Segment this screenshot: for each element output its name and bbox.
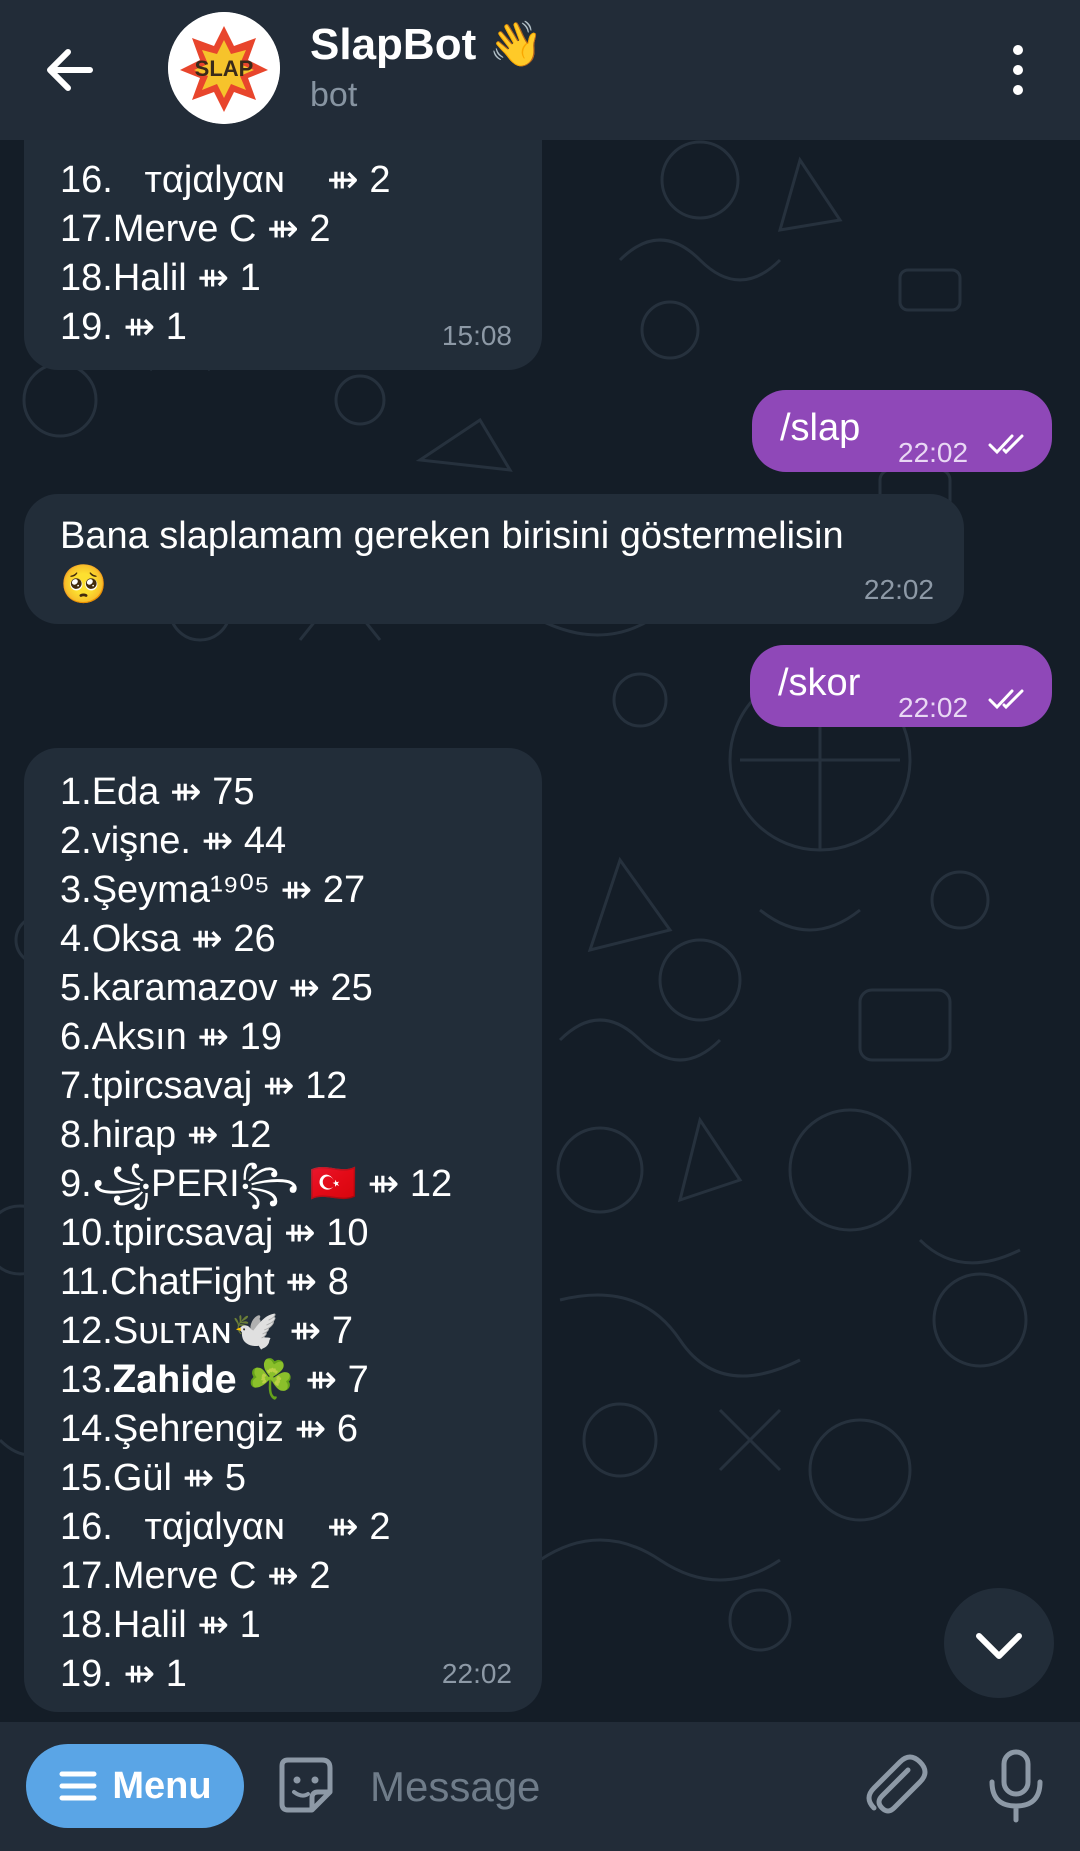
microphone-icon[interactable] xyxy=(984,1748,1048,1824)
outgoing-message-bubble[interactable]: /slap 22:02 xyxy=(752,390,1052,472)
score-line: 5.karamazov ⇻ 25 xyxy=(60,967,373,1009)
incoming-message-bubble[interactable]: Bana slaplamam gereken birisini gösterme… xyxy=(24,494,964,624)
score-line: 13.𝐙𝐚𝐡𝐢𝐝𝐞 ☘️ ⇻ 7 xyxy=(60,1359,369,1401)
message-input[interactable] xyxy=(368,1750,832,1824)
score-line: 1.Eda ⇻ 75 xyxy=(60,771,255,813)
chat-title[interactable]: SlapBot 👋 xyxy=(310,18,543,70)
svg-text:SLAP: SLAP xyxy=(195,56,254,81)
score-line: 10.tpircsavaj ⇻ 10 xyxy=(60,1212,369,1254)
scroll-down-button[interactable] xyxy=(944,1588,1054,1698)
message-time: 22:02 xyxy=(863,574,934,605)
message-line: 16. ᴛαjαlyαɴ ⇻ 2 xyxy=(60,159,391,201)
chat-header: SLAP SlapBot 👋 bot xyxy=(0,0,1080,140)
score-line: 15.Gül ⇻ 5 xyxy=(60,1457,247,1499)
message-text: /skor xyxy=(778,662,861,704)
message-line: 17.Merve C ⇻ 2 xyxy=(60,208,331,250)
menu-button-label: Menu xyxy=(112,1764,212,1807)
message-time: 22:02 xyxy=(441,1658,512,1689)
score-line: 8.hirap ⇻ 12 xyxy=(60,1114,272,1156)
message-line: 18.Halil ⇻ 1 xyxy=(60,257,261,299)
double-check-icon xyxy=(988,689,1024,710)
message-time: 22:02 xyxy=(898,692,969,723)
score-line: 9.꧁PΕRI꧂ 🇹🇷 ⇻ 12 xyxy=(60,1163,453,1205)
hamburger-icon xyxy=(59,1771,97,1801)
message-time: 15:08 xyxy=(441,320,512,351)
score-line: 16. ᴛαjαlyαɴ ⇻ 2 xyxy=(60,1506,391,1548)
score-line: 2.vişne. ⇻ 44 xyxy=(60,820,287,862)
score-line: 12.Sᴜʟᴛᴀɴ🕊️ ⇻ 7 xyxy=(60,1310,353,1352)
message-text: /slap xyxy=(780,407,861,449)
bot-menu-button[interactable]: Menu xyxy=(26,1744,244,1828)
score-line: 6.Aksın ⇻ 19 xyxy=(60,1016,282,1058)
score-line: 14.Şehrengiz ⇻ 6 xyxy=(60,1408,359,1450)
message-line: 🥺 xyxy=(60,564,108,606)
message-composer: Menu xyxy=(0,1722,1080,1851)
score-line: 18.Halil ⇻ 1 xyxy=(60,1604,261,1646)
incoming-message-bubble[interactable]: 16. ᴛαjαlyαɴ ⇻ 2 17.Merve C ⇻ 2 18.Halil… xyxy=(24,100,542,370)
avatar[interactable]: SLAP xyxy=(168,12,280,124)
outgoing-message-bubble[interactable]: /skor 22:02 xyxy=(750,645,1052,727)
sticker-icon[interactable] xyxy=(272,1752,338,1818)
score-line: 7.tpircsavaj ⇻ 12 xyxy=(60,1065,348,1107)
vertical-dots-icon[interactable] xyxy=(1000,40,1036,100)
score-line: 4.Oksa ⇻ 26 xyxy=(60,918,276,960)
double-check-icon xyxy=(988,434,1024,455)
slap-logo: SLAP xyxy=(168,12,280,124)
paperclip-icon[interactable] xyxy=(860,1750,930,1822)
message-line: Bana slaplamam gereken birisini gösterme… xyxy=(60,515,844,557)
chevron-down-icon xyxy=(976,1633,1022,1659)
arrow-left-icon[interactable] xyxy=(40,40,100,100)
score-line: 3.Şeyma¹⁹⁰⁵ ⇻ 27 xyxy=(60,869,366,911)
incoming-message-bubble[interactable]: 1.Eda ⇻ 75 2.vişne. ⇻ 44 3.Şeyma¹⁹⁰⁵ ⇻ 2… xyxy=(24,748,542,1712)
message-time: 22:02 xyxy=(898,437,969,468)
score-line: 11.ChatFight ⇻ 8 xyxy=(60,1261,349,1303)
score-line: 17.Merve C ⇻ 2 xyxy=(60,1555,331,1597)
chat-subtitle: bot xyxy=(310,76,358,114)
